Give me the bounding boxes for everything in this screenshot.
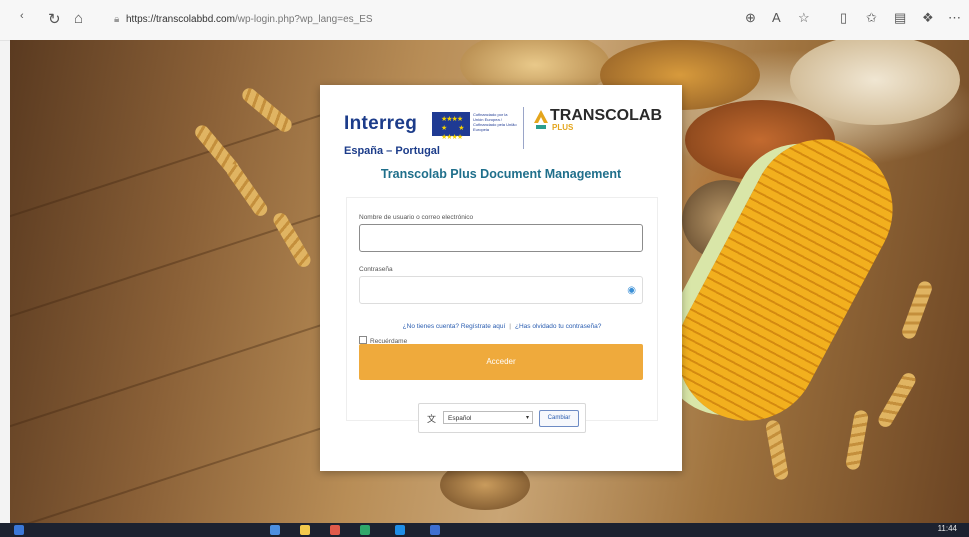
login-card: Interreg ★★★★ ★ ★ ★★★★ Cofinanciado por la… (320, 85, 682, 471)
collections-icon[interactable]: ▤ (894, 10, 906, 26)
eu-flag-icon: ★★★★ ★ ★ ★★★★ (432, 112, 470, 141)
interreg-logo: Interreg (344, 113, 418, 134)
taskbar: 11:44 (0, 523, 969, 537)
extensions-icon[interactable]: ❖ (922, 10, 934, 26)
login-button[interactable]: Acceder (359, 344, 643, 380)
lost-password-link[interactable]: ¿Has olvidado tu contraseña? (515, 323, 601, 330)
lock-icon: 🔒︎ (114, 14, 120, 25)
username-label: Nombre de usuario o correo electrónico (359, 214, 474, 221)
edge-icon[interactable] (395, 525, 405, 535)
language-selected: Español (448, 415, 472, 422)
logo-header: Interreg ★★★★ ★ ★ ★★★★ Cofinanciado por la… (320, 85, 682, 175)
logo-divider (523, 107, 524, 149)
change-language-button[interactable]: Cambiar (539, 410, 579, 427)
file-explorer-icon[interactable] (300, 525, 310, 535)
eu-cofinancing-text: Cofinanciado por la Unión Europea / Cofi… (473, 112, 517, 132)
remember-checkbox[interactable] (359, 336, 367, 344)
more-icon[interactable]: ⋯ (948, 10, 961, 26)
taskbar-app-icon[interactable] (330, 525, 340, 535)
username-input[interactable] (359, 224, 643, 252)
favorites-bar-icon[interactable]: ✩ (866, 10, 877, 26)
taskbar-app-icon[interactable] (270, 525, 280, 535)
url-host: https://transcolabbd.com (126, 14, 235, 25)
zoom-icon[interactable]: ⊕ (745, 10, 756, 26)
language-select[interactable]: Español ▾ (443, 411, 533, 424)
transcolab-logo-icon (534, 110, 548, 129)
address-bar[interactable]: 🔒︎ https://transcolabbd.com/wp-login.php?… (108, 11, 728, 29)
taskbar-clock: 11:44 (937, 524, 957, 533)
language-switcher: 文 Español ▾ Cambiar (418, 403, 586, 433)
register-link[interactable]: ¿No tienes cuenta? Regístrate aquí (403, 323, 506, 330)
eye-icon[interactable]: ◉ (627, 285, 636, 296)
browser-toolbar: ‹ ↻ ⌂ 🔒︎ https://transcolabbd.com/wp-logi… (0, 0, 969, 41)
translate-icon: 文 (427, 414, 437, 424)
chevron-down-icon: ▾ (525, 415, 529, 421)
link-separator: | (509, 323, 511, 330)
login-form: Nombre de usuario o correo electrónico C… (346, 197, 658, 421)
refresh-icon[interactable]: ↻ (48, 10, 61, 28)
back-icon[interactable]: ‹ (20, 10, 24, 22)
password-label: Contraseña (359, 266, 393, 273)
page-title: Transcolab Plus Document Management (380, 167, 622, 181)
url-path: /wp-login.php?wp_lang=es_ES (234, 14, 373, 25)
account-links: ¿No tienes cuenta? Regístrate aquí | ¿Has … (347, 323, 657, 330)
favorite-icon[interactable]: ☆ (798, 10, 810, 26)
read-aloud-icon[interactable]: A (772, 10, 781, 25)
taskbar-app-icon[interactable] (360, 525, 370, 535)
region-label: España – Portugal (344, 145, 440, 157)
home-icon[interactable]: ⌂ (74, 10, 83, 27)
transcolab-plus: PLUS (552, 123, 574, 132)
split-screen-icon[interactable]: ▯ (840, 10, 847, 26)
start-icon[interactable] (14, 525, 24, 535)
password-input[interactable]: ◉ (359, 276, 643, 304)
taskbar-app-icon[interactable] (430, 525, 440, 535)
